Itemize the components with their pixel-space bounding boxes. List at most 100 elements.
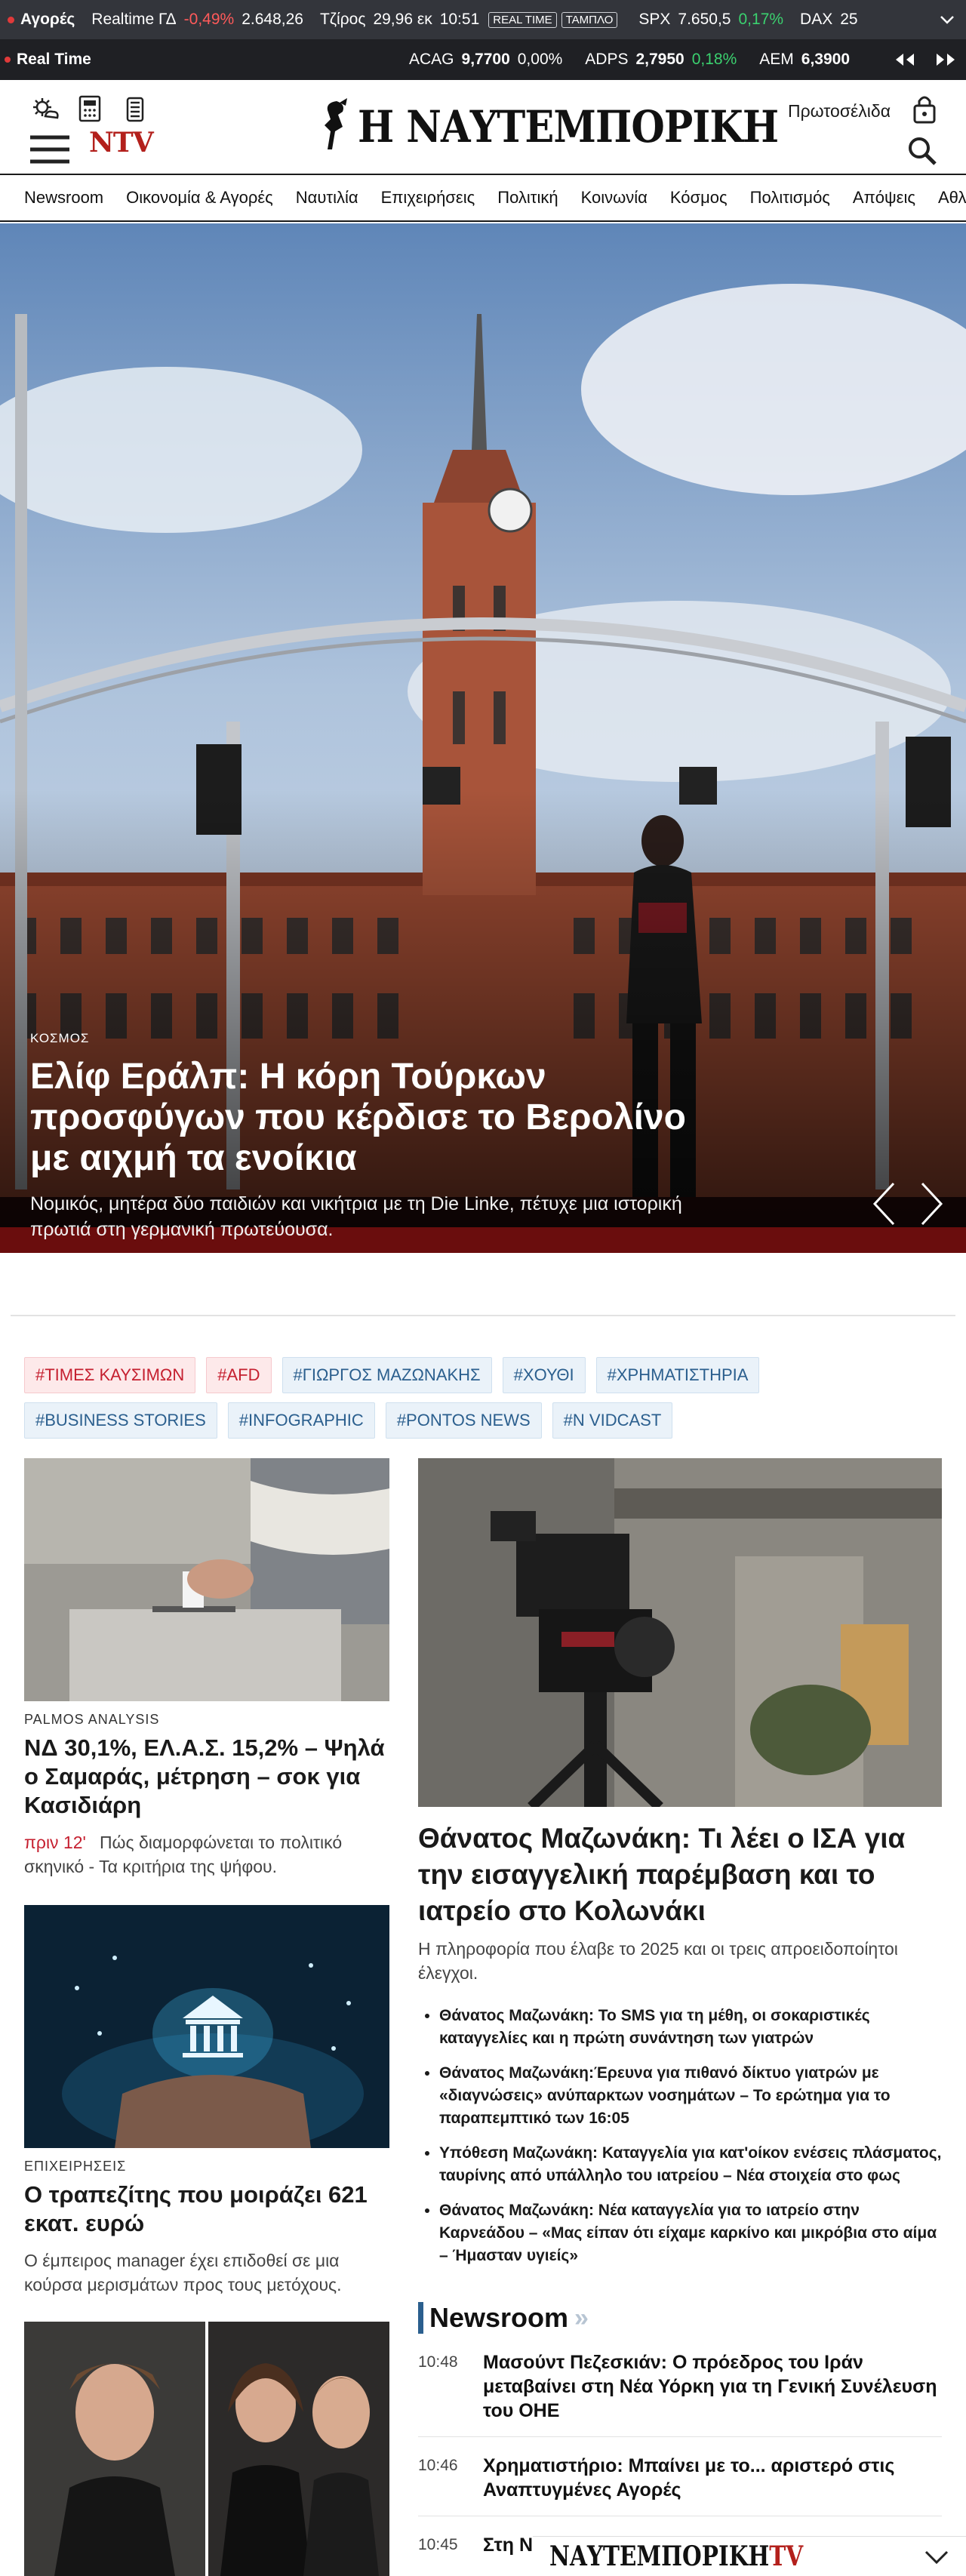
lock-icon[interactable] <box>912 94 937 124</box>
chevron-right-icon[interactable] <box>921 1182 943 1226</box>
featured-desc: Η πληροφορία που έλαβε το 2025 και οι τρ… <box>418 1939 898 1983</box>
nav-item-politics[interactable]: Πολιτική <box>497 188 558 208</box>
nav-item-newsroom[interactable]: Newsroom <box>24 188 103 208</box>
featured-title[interactable]: Θάνατος Μαζωνάκη: Τι λέει ο ΙΣΑ για την … <box>418 1820 942 1929</box>
news-time: 10:45 <box>418 2536 458 2553</box>
article-image[interactable] <box>24 1458 389 1701</box>
article-kicker[interactable]: PALMOS ANALYSIS <box>24 1712 389 1728</box>
site-header: NTV Η ΝΑΥΤΕΜΠΟΡΙΚΗ Πρωτοσέλιδα <box>0 80 966 175</box>
realtime-pill[interactable]: REAL TIME <box>488 11 557 28</box>
live-dot-icon <box>5 57 11 63</box>
tv-brand-logo[interactable]: ΝΑΥΤΕΜΠΟΡΙΚΗTV <box>549 2541 803 2572</box>
quote-adps[interactable]: ADPS 2,7950 0,18% <box>585 51 737 69</box>
realtime-quotes-bar: Real Time ACAG 9,7700 0,00% ADPS 2,7950 0,18… <box>0 39 966 80</box>
site-logo[interactable]: Η ΝΑΥΤΕΜΠΟΡΙΚΗ <box>317 97 835 157</box>
bank-hologram-image <box>24 1905 389 2148</box>
ticker-label[interactable]: Αγορές <box>0 11 75 29</box>
article-desc: Ο έμπειρος manager έχει επιδοθεί σε μια … <box>24 2251 342 2294</box>
fuel-pump-icon[interactable] <box>124 95 146 124</box>
nav-item-society[interactable]: Κοινωνία <box>581 188 648 208</box>
tag-houthi[interactable]: #ΧΟΥΘΙ <box>502 1357 586 1393</box>
quote-list: ACAG 9,7700 0,00% ADPS 2,7950 0,18% AEM 6,390… <box>409 51 850 69</box>
article-card[interactable]: ΕΠΙΧΕΙΡΗΣΕΙΣ Ο τραπεζίτης που μοιράζει 6… <box>24 1905 389 2297</box>
nav-item-sports[interactable]: Αθλ <box>938 188 966 208</box>
news-time: 10:46 <box>418 2457 458 2474</box>
chevron-left-icon[interactable] <box>872 1182 895 1226</box>
tag-infographic[interactable]: #INFOGRAPHIC <box>227 1402 375 1439</box>
article-image[interactable] <box>24 1905 389 2148</box>
tv-camera-image <box>418 1458 942 1807</box>
related-article-link[interactable]: Θάνατος Μαζωνάκη: Το SMS για τη μέθη, οι… <box>439 2005 942 2050</box>
section-divider <box>11 1315 955 1316</box>
article-title[interactable]: Ο τραπεζίτης που μοιράζει 621 εκατ. ευρώ <box>24 2181 389 2238</box>
tag-fuel-prices[interactable]: #ΤΙΜΕΣ ΚΑΥΣΙΜΩΝ <box>24 1357 196 1393</box>
trending-tags: #ΤΙΜΕΣ ΚΑΥΣΙΜΩΝ #AFD #ΓΙΩΡΓΟΣ ΜΑΖΩΝΑΚΗΣ … <box>24 1357 945 1439</box>
nav-item-business[interactable]: Επιχειρήσεις <box>381 188 475 208</box>
article-title[interactable]: ΝΔ 30,1%, ΕΛ.Α.Σ. 15,2% – Ψηλά ο Σαμαράς… <box>24 1734 389 1820</box>
hero-title[interactable]: Ελίφ Εράλπ: Η κόρη Τούρκων προσφύγων που… <box>30 1057 709 1179</box>
weather-icon[interactable] <box>32 97 60 121</box>
main-nav: Newsroom Οικονομία & Αγορές Ναυτιλία Επι… <box>0 175 966 222</box>
ticker-dax[interactable]: DAX 25 <box>800 11 858 29</box>
article-kicker[interactable]: ΕΠΙΧΕΙΡΗΣΕΙΣ <box>24 2159 389 2174</box>
nav-item-culture[interactable]: Πολιτισμός <box>750 188 830 208</box>
tag-afd[interactable]: #AFD <box>206 1357 272 1393</box>
ticker-turnover: Τζίρος 29,96 εκ 10:51 <box>319 11 480 28</box>
heading-accent-bar <box>418 2302 423 2334</box>
hero-subtitle: Νομικός, μητέρα δύο παιδιών και νικήτρια… <box>30 1193 682 1240</box>
featured-article[interactable]: Θάνατος Μαζωνάκη: Τι λέει ο ΙΣΑ για την … <box>418 1458 942 2279</box>
ticker-general-index[interactable]: Realtime ΓΔ -0,49% 2.648,26 <box>91 11 303 29</box>
nav-item-world[interactable]: Κόσμος <box>670 188 728 208</box>
quote-aem[interactable]: AEM 6,3900 <box>759 51 850 69</box>
tag-mazonakis[interactable]: #ΓΙΩΡΓΟΣ ΜΑΖΩΝΑΚΗΣ <box>281 1357 492 1393</box>
double-chevron-right-icon: » <box>574 2303 589 2332</box>
fast-forward-icon[interactable] <box>934 52 958 67</box>
logo-text: Η ΝΑΥΤΕΜΠΟΡΙΚΗ <box>358 101 779 152</box>
live-dot-icon <box>8 16 14 23</box>
related-article-link[interactable]: Θάνατος Μαζωνάκη: Νέα καταγγελία για το … <box>439 2199 942 2267</box>
tag-business-stories[interactable]: #BUSINESS STORIES <box>24 1402 217 1439</box>
tamplo-pill[interactable]: ΤΑΜΠΛΟ <box>561 11 618 28</box>
calculator-icon[interactable] <box>78 95 101 122</box>
newsroom-widget: Newsroom » 10:48 Μασούντ Πεζεσκιάν: Ο πρ… <box>418 2302 942 2571</box>
ntv-link[interactable]: NTV <box>89 127 154 158</box>
quote-controls <box>884 39 966 80</box>
search-icon[interactable] <box>907 136 937 166</box>
news-headline[interactable]: Χρηματιστήριο: Μπαίνει με το... αριστερό… <box>483 2454 942 2502</box>
celebrity-photo-image <box>24 2322 389 2576</box>
article-card[interactable]: PALMOS ANALYSIS ΝΔ 30,1%, ΕΛ.Α.Σ. 15,2% … <box>24 1458 389 1879</box>
ticker-spx[interactable]: SPX 7.650,5 0,17% <box>638 11 783 29</box>
tag-stock-markets[interactable]: #ΧΡΗΜΑΤΙΣΤΗΡΙΑ <box>595 1357 760 1393</box>
article-time: πριν 12' <box>24 1833 86 1852</box>
nav-item-opinions[interactable]: Απόψεις <box>853 188 915 208</box>
nav-item-economy[interactable]: Οικονομία & Αγορές <box>126 188 273 208</box>
tag-pontos-news[interactable]: #PONTOS NEWS <box>385 1402 542 1439</box>
news-headline[interactable]: Μασούντ Πεζεσκιάν: Ο πρόεδρος του Ιράν μ… <box>483 2350 942 2423</box>
hero-caption[interactable]: ΚΟΣΜΟΣ Ελίφ Εράλπ: Η κόρη Τούρκων προσφύ… <box>30 1031 709 1242</box>
news-time: 10:48 <box>418 2353 458 2371</box>
article-desc: πριν 12' Πώς διαμορφώνεται το πολιτικό σκ… <box>24 1833 343 1876</box>
related-article-link[interactable]: Θάνατος Μαζωνάκη:Έρευνα για πιθανό δίκτυ… <box>439 2062 942 2130</box>
hero-slider[interactable]: ΚΟΣΜΟΣ Ελίφ Εράλπ: Η κόρη Τούρκων προσφύ… <box>0 223 966 1253</box>
newsroom-item[interactable]: 10:46 Χρηματιστήριο: Μπαίνει με το... αρ… <box>418 2437 942 2516</box>
tag-n-vidcast[interactable]: #N VIDCAST <box>552 1402 673 1439</box>
related-articles: Θάνατος Μαζωνάκη: Το SMS για τη μέθη, οι… <box>418 2005 942 2267</box>
article-image[interactable] <box>24 2322 389 2576</box>
rewind-icon[interactable] <box>893 52 917 67</box>
newsroom-item[interactable]: 10:48 Μασούντ Πεζεσκιάν: Ο πρόεδρος του … <box>418 2334 942 2437</box>
sticky-tv-bar[interactable]: ΝΑΥΤΕΜΠΟΡΙΚΗTV <box>533 2536 966 2576</box>
frontpages-link[interactable]: Πρωτοσέλιδα <box>788 101 891 122</box>
featured-image[interactable] <box>418 1458 942 1807</box>
market-ticker: Αγορές Realtime ΓΔ -0,49% 2.648,26 Τζίρο… <box>0 0 966 39</box>
ballot-box-image <box>24 1458 389 1701</box>
quote-acag[interactable]: ACAG 9,7700 0,00% <box>409 51 562 69</box>
related-article-link[interactable]: Υπόθεση Μαζωνάκη: Καταγγελία για κατ'οίκ… <box>439 2142 942 2187</box>
hamburger-menu-icon[interactable] <box>29 134 71 165</box>
nav-item-shipping[interactable]: Ναυτιλία <box>296 188 358 208</box>
chevron-down-icon[interactable] <box>924 2549 949 2565</box>
newsroom-heading[interactable]: Newsroom » <box>418 2302 942 2334</box>
hero-category[interactable]: ΚΟΣΜΟΣ <box>30 1031 709 1046</box>
article-card[interactable] <box>24 2322 389 2576</box>
hero-arrows <box>872 1182 943 1226</box>
chevron-down-icon[interactable] <box>937 11 957 29</box>
